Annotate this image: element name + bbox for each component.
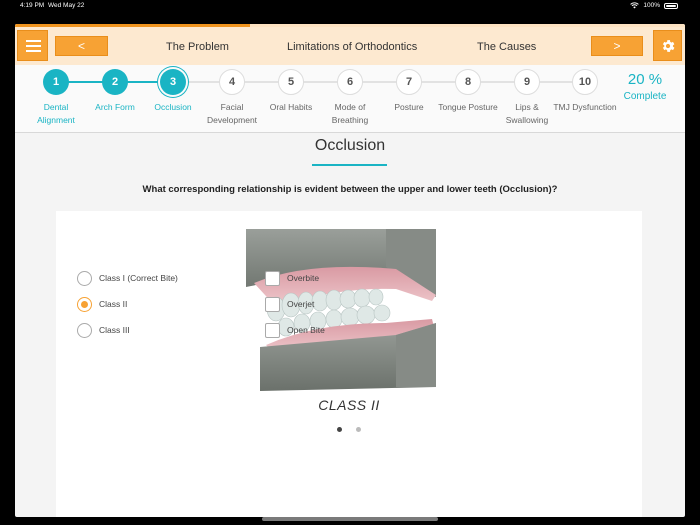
step-2-circle[interactable]: 2 <box>102 69 128 95</box>
checkbox[interactable] <box>265 270 280 286</box>
checkbox[interactable] <box>265 296 280 312</box>
radio-button[interactable] <box>77 296 92 312</box>
step-1-circle[interactable]: 1 <box>43 69 69 95</box>
step-5-label[interactable]: Oral Habits <box>259 101 323 114</box>
answer-card: CLASS II Class I (Correct Bite) Class II C… <box>56 211 642 517</box>
next-button[interactable]: > <box>591 36 643 56</box>
radio-option-1[interactable]: Class I (Correct Bite) <box>77 269 178 287</box>
illustration-caption: CLASS II <box>318 397 380 413</box>
status-time: 4:19 PM <box>20 2 45 9</box>
wifi-icon <box>630 2 640 9</box>
menu-button[interactable] <box>17 30 48 61</box>
step-2-label[interactable]: Arch Form <box>83 101 147 114</box>
checkbox-option-1[interactable]: Overbite <box>265 269 319 287</box>
nav-link-the-problem[interactable]: The Problem <box>166 41 229 53</box>
completion-label: Complete <box>623 91 667 102</box>
status-bar: 4:19 PM Wed May 22 100% <box>0 0 700 12</box>
battery-icon <box>664 2 678 9</box>
completion-indicator: 20 % Complete <box>615 71 675 102</box>
radio-option-label: Class I (Correct Bite) <box>99 273 178 283</box>
previous-button[interactable]: < <box>55 36 108 56</box>
checkbox-option-label: Overjet <box>287 299 315 309</box>
radio-option-3[interactable]: Class III <box>77 321 130 339</box>
step-1-label[interactable]: Dental Alignment <box>24 101 88 127</box>
step-10-circle[interactable]: 10 <box>572 69 598 95</box>
checkbox-option-2[interactable]: Overjet <box>265 295 314 313</box>
radio-option-2[interactable]: Class II <box>77 295 127 313</box>
step-7-label[interactable]: Posture <box>377 101 441 114</box>
radio-button[interactable] <box>77 270 92 286</box>
title-underline <box>312 164 387 166</box>
step-3-circle[interactable]: 3 <box>160 69 186 95</box>
checkbox-option-3[interactable]: Open Bite <box>265 321 325 339</box>
step-4-label[interactable]: Facial Development <box>200 101 264 127</box>
settings-button[interactable] <box>653 30 682 61</box>
step-4-circle[interactable]: 4 <box>219 69 245 95</box>
section-title: Occlusion <box>314 137 386 154</box>
step-9-circle[interactable]: 9 <box>514 69 540 95</box>
step-10-label[interactable]: TMJ Dysfunction <box>553 101 617 114</box>
status-right: 100% <box>630 2 678 9</box>
step-8-circle[interactable]: 8 <box>455 69 481 95</box>
page-dot-1[interactable] <box>337 427 342 432</box>
battery-percent: 100% <box>643 2 660 9</box>
header-bar: < The Problem Limitations of Orthodontic… <box>15 27 685 65</box>
question-text: What corresponding relationship is evide… <box>142 184 558 195</box>
checkbox-option-label: Overbite <box>287 273 320 283</box>
home-indicator-bar[interactable] <box>262 517 438 521</box>
status-date: Wed May 22 <box>48 2 85 9</box>
radio-button[interactable] <box>77 322 92 338</box>
checkbox-option-label: Open Bite <box>287 325 325 335</box>
step-3-label[interactable]: Occlusion <box>141 101 205 114</box>
step-6-label[interactable]: Mode of Breathing <box>318 101 382 127</box>
radio-option-label: Class II <box>99 299 128 309</box>
app-screen: < The Problem Limitations of Orthodontic… <box>15 24 685 517</box>
step-progress-bar: 20 % Complete 1 Dental Alignment 2 Arch For… <box>15 65 685 133</box>
nav-link-the-causes[interactable]: The Causes <box>477 41 536 53</box>
completion-percent: 20 % <box>627 71 663 88</box>
step-8-label[interactable]: Tongue Posture <box>436 101 500 114</box>
step-6-circle[interactable]: 6 <box>337 69 363 95</box>
page-dot-2[interactable] <box>356 427 361 432</box>
step-5-circle[interactable]: 5 <box>278 69 304 95</box>
gear-icon <box>662 39 674 52</box>
step-9-label[interactable]: Lips & Swallowing <box>495 101 559 127</box>
nav-link-limitations[interactable]: Limitations of Orthodontics <box>287 41 417 53</box>
checkbox[interactable] <box>265 322 280 338</box>
radio-option-label: Class III <box>99 325 130 335</box>
step-7-circle[interactable]: 7 <box>396 69 422 95</box>
